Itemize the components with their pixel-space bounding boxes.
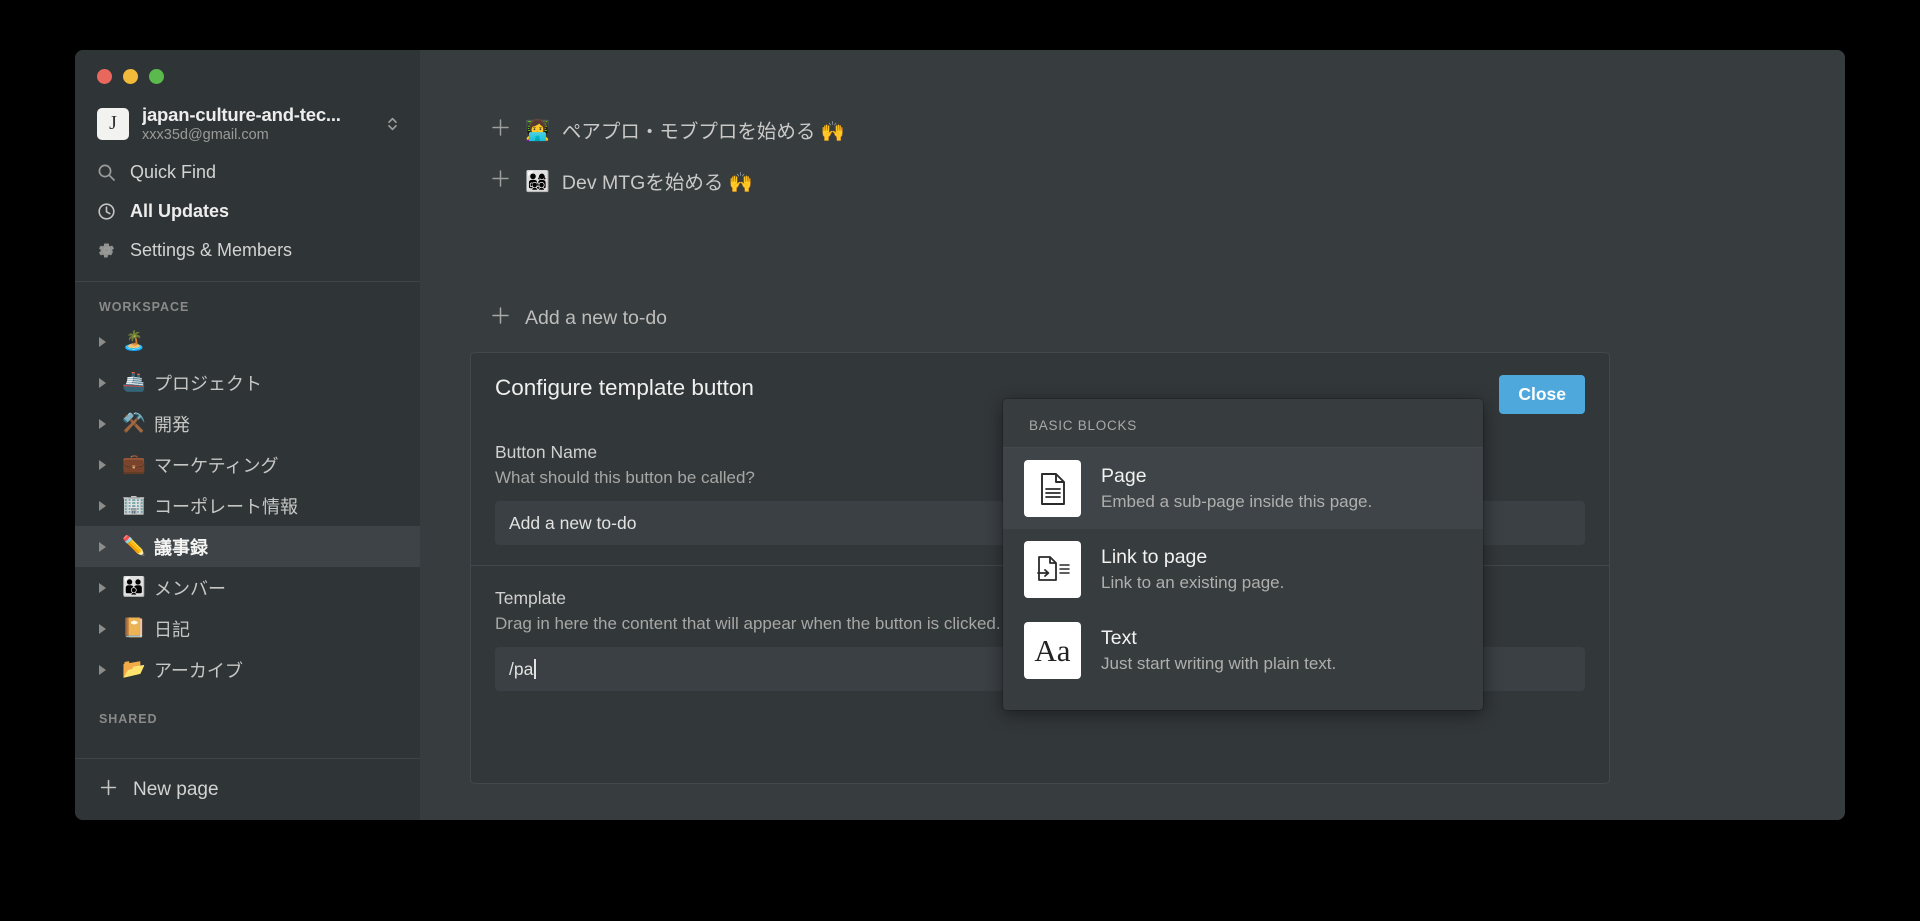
text-aa-icon: Aa	[1024, 622, 1081, 679]
page-emoji-icon: ⚒️	[122, 412, 146, 434]
sidebar-item-label: Settings & Members	[130, 240, 293, 260]
sidebar-page-label: プロジェクト	[154, 373, 262, 394]
block-menu-item-text-wrap: Text Just start writing with plain text.	[1101, 627, 1336, 674]
close-button[interactable]: Close	[1499, 375, 1585, 414]
window-traffic-lights	[75, 50, 420, 96]
chevron-right-icon[interactable]	[99, 623, 106, 634]
sidebar-page-label: メンバー	[154, 578, 226, 599]
block-menu-item-title: Link to page	[1101, 546, 1208, 568]
button-name-value: Add a new to-do	[509, 512, 637, 533]
sidebar-page-item[interactable]: 📂 アーカイブ	[75, 649, 420, 690]
sidebar-page-item[interactable]: 👪 メンバー	[75, 567, 420, 608]
plus-icon	[490, 117, 512, 143]
add-new-todo-label: Add a new to-do	[525, 306, 668, 329]
chevron-right-icon[interactable]	[99, 336, 106, 347]
sidebar-item-label: All Updates	[130, 201, 230, 221]
block-type-menu: BASIC BLOCKS Page Embed a sub-page insid…	[1003, 399, 1483, 710]
link-to-page-icon	[1024, 541, 1081, 598]
window-close-button[interactable]	[97, 69, 112, 84]
sidebar-section-shared-heading: SHARED	[99, 712, 158, 726]
sidebar-section-workspace-heading: WORKSPACE	[99, 300, 190, 314]
block-menu-item-desc: Just start writing with plain text.	[1101, 654, 1337, 673]
sidebar-page-item[interactable]: 🏝️	[75, 321, 420, 362]
chevron-right-icon[interactable]	[99, 418, 106, 429]
sidebar-page-item[interactable]: 🏢 コーポレート情報	[75, 485, 420, 526]
sidebar-page-label: 日記	[154, 619, 190, 640]
chevron-right-icon[interactable]	[99, 664, 106, 675]
block-menu-item-text[interactable]: Aa Text Just start writing with plain te…	[1003, 610, 1483, 691]
template-button-emoji: 👨‍👩‍👧‍👦	[525, 168, 550, 193]
sidebar-page-label: 開発	[154, 414, 190, 435]
sidebar-page-item[interactable]: 📔 日記	[75, 608, 420, 649]
page-emoji-icon: 👪	[122, 576, 146, 598]
workspace-email: xxx35d@gmail.com	[142, 127, 269, 143]
block-menu-item-text: Link to page Link to an existing page.	[1101, 546, 1284, 593]
workspace-switcher[interactable]: J japan-culture-and-tec... xxx35d@gmail.…	[75, 96, 420, 153]
block-menu-item-desc: Embed a sub-page inside this page.	[1101, 492, 1373, 511]
template-button-label: Dev MTGを始める 🙌	[561, 172, 754, 194]
sidebar-page-item[interactable]: ⚒️ 開発	[75, 403, 420, 444]
sidebar-item-all-updates[interactable]: All Updates	[75, 192, 420, 231]
page-emoji-icon: ✏️	[122, 535, 146, 557]
page-emoji-icon: 📂	[122, 658, 146, 680]
chevron-right-icon[interactable]	[99, 541, 106, 552]
sidebar-page-item[interactable]: 💼 マーケティング	[75, 444, 420, 485]
block-menu-item-title: Page	[1101, 465, 1147, 487]
sidebar: J japan-culture-and-tec... xxx35d@gmail.…	[75, 50, 420, 820]
template-button-pairpro[interactable]: 👩‍💻 ペアプロ・モブプロを始める 🙌	[490, 115, 845, 144]
new-page-label: New page	[133, 778, 219, 800]
sidebar-item-label: Quick Find	[130, 162, 217, 182]
template-button-dev-mtg[interactable]: 👨‍👩‍👧‍👦 Dev MTGを始める 🙌	[490, 166, 753, 195]
block-menu-item-link-to-page[interactable]: Link to page Link to an existing page.	[1003, 529, 1483, 610]
page-emoji-icon: 📔	[122, 617, 146, 639]
workspace-text: japan-culture-and-tec... xxx35d@gmail.co…	[142, 104, 384, 143]
sidebar-shared-section: SHARED	[75, 690, 420, 758]
template-button-emoji: 👩‍💻	[525, 117, 550, 142]
page-emoji-icon: 💼	[122, 453, 146, 475]
clock-icon	[97, 202, 123, 221]
page-emoji-icon: 🏢	[122, 494, 146, 516]
block-menu-heading: BASIC BLOCKS	[1029, 418, 1138, 433]
page-emoji-icon: 🏝️	[122, 330, 146, 352]
gear-icon	[97, 241, 123, 260]
sidebar-page-item-selected[interactable]: ✏️ 議事録	[75, 526, 420, 567]
page-title: Configure template button	[495, 375, 754, 400]
sidebar-page-label: コーポレート情報	[154, 496, 298, 517]
sidebar-page-label: 議事録	[154, 537, 208, 558]
plus-icon	[99, 778, 118, 802]
sidebar-page-item[interactable]: 🚢 プロジェクト	[75, 362, 420, 403]
sidebar-page-label: マーケティング	[154, 455, 279, 476]
block-menu-item-text: Page Embed a sub-page inside this page.	[1101, 465, 1372, 512]
workspace-name: japan-culture-and-tec...	[142, 104, 341, 125]
plus-icon	[490, 305, 512, 331]
search-icon	[97, 163, 123, 182]
chevron-updown-icon[interactable]	[384, 115, 400, 133]
chevron-right-icon[interactable]	[99, 459, 106, 470]
text-caret	[534, 659, 537, 679]
new-page-button[interactable]: New page	[75, 758, 420, 820]
app-window: J japan-culture-and-tec... xxx35d@gmail.…	[75, 50, 1845, 820]
sidebar-item-settings-members[interactable]: Settings & Members	[75, 231, 420, 270]
window-minimize-button[interactable]	[123, 69, 138, 84]
block-menu-item-title: Text	[1101, 627, 1137, 649]
block-menu-item-desc: Link to an existing page.	[1101, 573, 1285, 592]
page-emoji-icon: 🚢	[122, 371, 146, 393]
chevron-right-icon[interactable]	[99, 582, 106, 593]
add-new-todo-button[interactable]: Add a new to-do	[490, 305, 667, 331]
main-content: 👩‍💻 ペアプロ・モブプロを始める 🙌 👨‍👩‍👧‍👦 Dev MTGを始める …	[420, 50, 1845, 820]
page-icon	[1024, 460, 1081, 517]
workspace-avatar: J	[97, 107, 129, 140]
template-button-label: ペアプロ・モブプロを始める 🙌	[561, 121, 846, 143]
sidebar-page-label: アーカイブ	[154, 660, 243, 681]
chevron-right-icon[interactable]	[99, 500, 106, 511]
window-maximize-button[interactable]	[149, 69, 164, 84]
template-content-value: /pa	[509, 658, 534, 679]
plus-icon	[490, 168, 512, 194]
chevron-right-icon[interactable]	[99, 377, 106, 388]
block-menu-item-page[interactable]: Page Embed a sub-page inside this page.	[1003, 448, 1483, 529]
sidebar-item-quick-find[interactable]: Quick Find	[75, 153, 420, 192]
